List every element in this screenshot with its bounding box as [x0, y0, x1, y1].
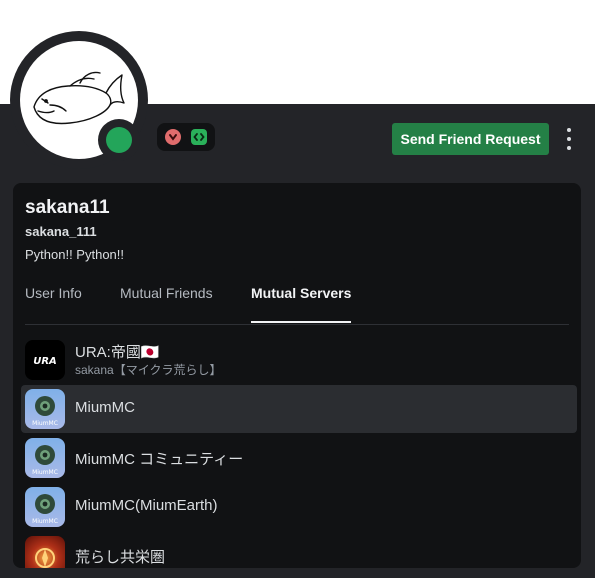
online-status-icon	[106, 127, 132, 153]
arashi-emblem-icon	[25, 536, 65, 568]
server-name: MiumMC コミュニティー	[75, 451, 244, 468]
tab-mutual-friends[interactable]: Mutual Friends	[120, 285, 213, 323]
ura-logo-icon: URA	[25, 340, 65, 380]
miummc-icon: MiumMC	[25, 438, 65, 478]
profile-card: sakana11 sakana_111 Python!! Python!! Us…	[13, 183, 581, 568]
developer-badge-icon[interactable]	[191, 129, 207, 145]
chevron-down-icon	[169, 134, 177, 141]
svg-text:MiumMC: MiumMC	[32, 518, 58, 525]
username[interactable]: sakana_111	[25, 224, 97, 239]
profile-tabs: User Info Mutual Friends Mutual Servers	[25, 285, 569, 323]
svg-text:MiumMC: MiumMC	[32, 420, 58, 427]
server-item-miummc-community[interactable]: MiumMC MiumMC コミュニティー	[21, 434, 577, 482]
svg-text:MiumMC: MiumMC	[32, 469, 58, 476]
server-name: MiumMC(MiumEarth)	[75, 497, 218, 514]
server-item-miummc-earth[interactable]: MiumMC MiumMC(MiumEarth)	[21, 483, 577, 531]
svg-text:URA: URA	[33, 356, 57, 367]
tab-mutual-servers[interactable]: Mutual Servers	[251, 285, 352, 323]
send-friend-request-button[interactable]: Send Friend Request	[392, 123, 549, 155]
server-name: MiumMC	[75, 399, 135, 416]
display-name: sakana11	[25, 197, 110, 218]
server-nickname: sakana【マイクラ荒らし】	[75, 363, 222, 377]
server-item-ura[interactable]: URA URA:帝國🇯🇵 sakana【マイクラ荒らし】	[21, 336, 577, 384]
tabs-divider	[25, 324, 569, 325]
tab-user-info[interactable]: User Info	[25, 285, 82, 323]
code-brackets-icon	[193, 133, 205, 141]
miummc-icon: MiumMC	[25, 487, 65, 527]
server-item-miummc[interactable]: MiumMC MiumMC	[21, 385, 577, 433]
badge-container	[157, 123, 215, 151]
mutual-server-list: URA URA:帝國🇯🇵 sakana【マイクラ荒らし】 MiumMC Mium…	[21, 336, 577, 568]
bio: Python!! Python!!	[25, 247, 125, 262]
miummc-icon: MiumMC	[25, 389, 65, 429]
nitro-badge-icon[interactable]	[165, 129, 181, 145]
server-name: URA:帝國🇯🇵	[75, 344, 160, 361]
server-item-arashi[interactable]: 荒らし共栄圏	[21, 532, 577, 568]
server-name: 荒らし共栄圏	[75, 549, 166, 566]
more-vertical-icon[interactable]	[560, 126, 578, 152]
